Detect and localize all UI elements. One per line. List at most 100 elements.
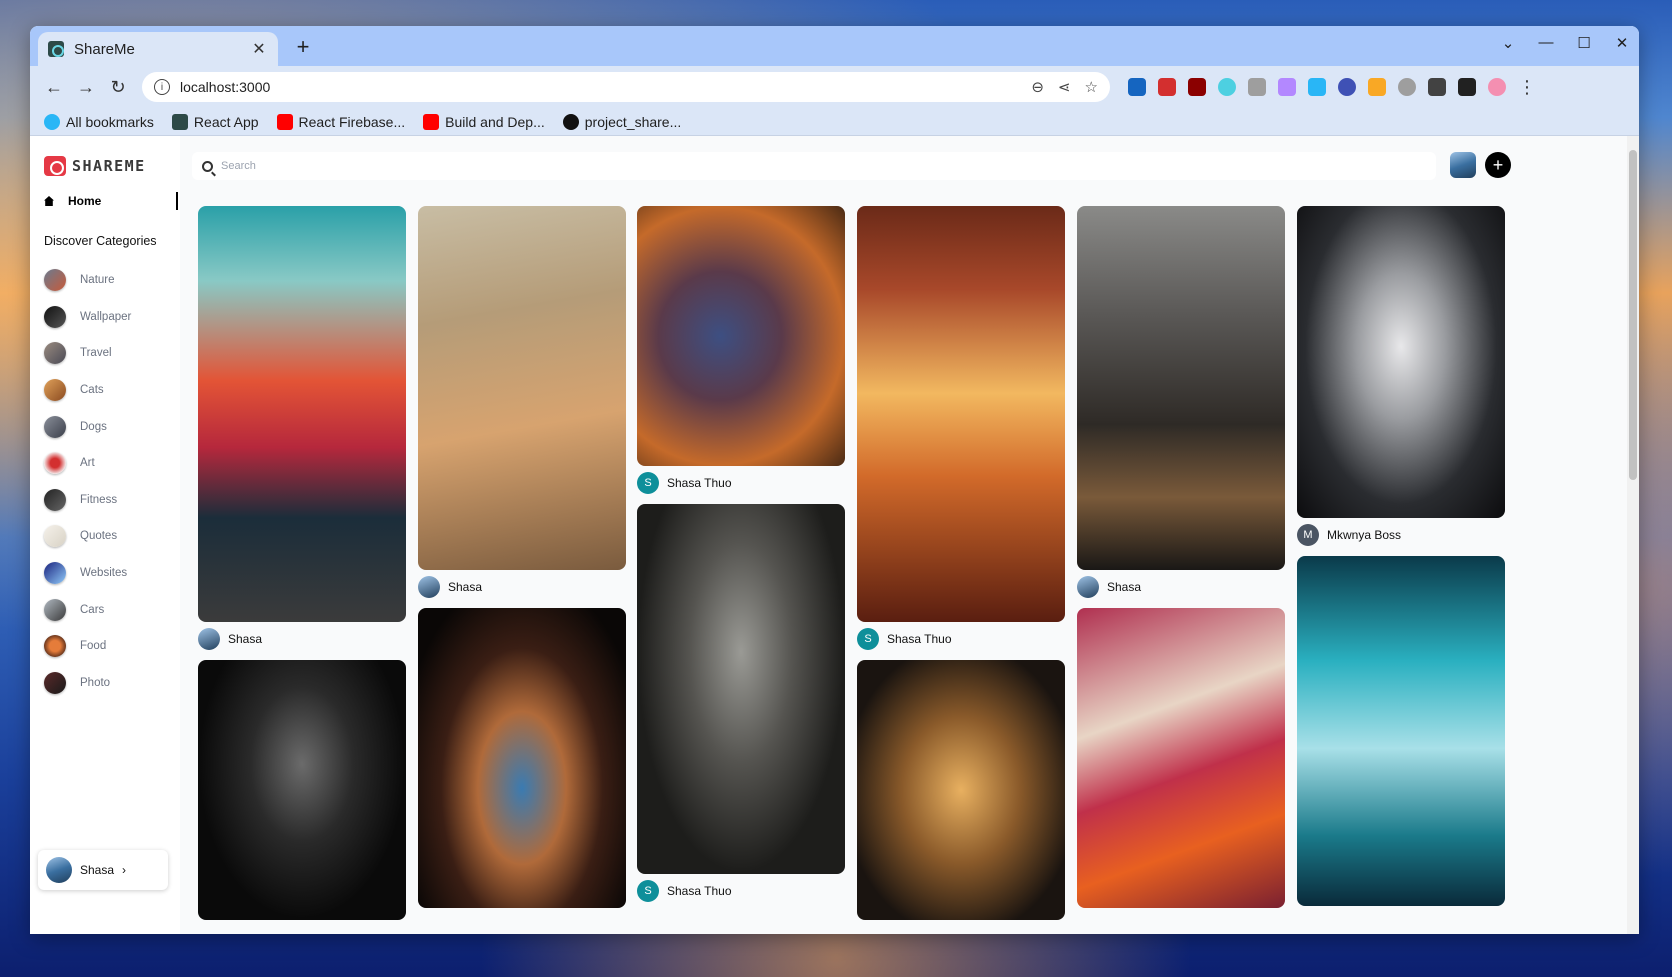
create-pin-button[interactable]: + bbox=[1485, 152, 1511, 178]
bookmark-all[interactable]: All bookmarks bbox=[44, 113, 154, 130]
pin-card[interactable]: Shasa bbox=[418, 206, 626, 600]
close-window-icon[interactable]: ✕ bbox=[1613, 34, 1631, 52]
extension-icon[interactable] bbox=[1278, 78, 1296, 96]
pin-card[interactable]: S Shasa Thuo bbox=[637, 504, 845, 904]
scrollbar[interactable] bbox=[1627, 136, 1639, 934]
pin-image[interactable] bbox=[418, 608, 626, 908]
pin-image[interactable] bbox=[418, 206, 626, 570]
pin-image[interactable] bbox=[1077, 608, 1285, 908]
pin-card[interactable]: S Shasa Thuo bbox=[637, 206, 845, 496]
extension-icon[interactable] bbox=[1158, 78, 1176, 96]
category-thumbnail bbox=[44, 415, 66, 438]
bookmark-star-icon[interactable]: ☆ bbox=[1085, 78, 1098, 96]
sidebar-item-cars[interactable]: Cars bbox=[44, 591, 131, 628]
bookmark-build-deploy[interactable]: Build and Dep... bbox=[423, 113, 545, 130]
pin-image[interactable] bbox=[198, 206, 406, 622]
category-thumbnail bbox=[44, 305, 66, 328]
pin-card[interactable]: M Mkwnya Boss bbox=[1297, 206, 1505, 548]
ublock-icon[interactable] bbox=[1188, 78, 1206, 96]
puzzle-icon[interactable] bbox=[1428, 78, 1446, 96]
url-text[interactable]: localhost:3000 bbox=[180, 79, 1031, 95]
profile-icon[interactable] bbox=[1488, 78, 1506, 96]
menu-icon[interactable]: ⋮ bbox=[1518, 77, 1536, 98]
zoom-icon[interactable]: ⊖ bbox=[1031, 78, 1044, 96]
pin-author[interactable]: S Shasa Thuo bbox=[637, 878, 845, 904]
extension-icon[interactable] bbox=[1218, 78, 1236, 96]
user-profile-card[interactable]: Shasa › bbox=[38, 850, 168, 890]
bookmark-react-app[interactable]: React App bbox=[171, 113, 259, 130]
reload-icon[interactable]: ↻ bbox=[102, 71, 134, 103]
pin-card[interactable] bbox=[1077, 608, 1285, 908]
pin-card[interactable] bbox=[1297, 556, 1505, 906]
pin-column: S Shasa Thuo S Shasa Thuo bbox=[637, 206, 845, 912]
sidebar-item-dogs[interactable]: Dogs bbox=[44, 408, 131, 445]
user-avatar-button[interactable] bbox=[1450, 152, 1476, 178]
sidebar-item-cats[interactable]: Cats bbox=[44, 372, 131, 409]
window-controls: ⌄ — ☐ ✕ bbox=[1499, 34, 1631, 52]
brand-logo[interactable]: SHAREME bbox=[44, 156, 146, 176]
bookmark-react-firebase[interactable]: React Firebase... bbox=[276, 113, 405, 130]
bookmarks-bar: All bookmarks React App React Firebase..… bbox=[30, 108, 1639, 136]
sidebar-item-wallpaper[interactable]: Wallpaper bbox=[44, 299, 131, 336]
sidebar-item-websites[interactable]: Websites bbox=[44, 555, 131, 592]
pin-card[interactable] bbox=[198, 660, 406, 920]
pin-card[interactable]: S Shasa Thuo bbox=[857, 206, 1065, 652]
side-panel-icon[interactable] bbox=[1458, 78, 1476, 96]
minimize-icon[interactable]: — bbox=[1537, 34, 1555, 52]
extension-icon[interactable] bbox=[1368, 78, 1386, 96]
pin-card[interactable]: Shasa bbox=[198, 206, 406, 652]
tab-search-icon[interactable]: ⌄ bbox=[1499, 34, 1517, 52]
pin-image[interactable] bbox=[198, 660, 406, 920]
pin-author[interactable]: S Shasa Thuo bbox=[637, 470, 845, 496]
pin-image[interactable] bbox=[1077, 206, 1285, 570]
extension-icon[interactable] bbox=[1128, 78, 1146, 96]
extension-icon[interactable] bbox=[1308, 78, 1326, 96]
maximize-icon[interactable]: ☐ bbox=[1575, 34, 1593, 52]
sidebar-item-fitness[interactable]: Fitness bbox=[44, 482, 131, 519]
address-bar[interactable]: i localhost:3000 ⊖ ⋖ ☆ bbox=[142, 72, 1110, 102]
search-bar[interactable] bbox=[192, 152, 1436, 180]
pin-author[interactable]: Shasa bbox=[1077, 574, 1285, 600]
sidebar-item-quotes[interactable]: Quotes bbox=[44, 518, 131, 555]
pin-card[interactable]: Shasa bbox=[1077, 206, 1285, 600]
sidebar-item-photo[interactable]: Photo bbox=[44, 665, 131, 702]
sidebar-item-art[interactable]: Art bbox=[44, 445, 131, 482]
site-info-icon[interactable]: i bbox=[154, 79, 170, 95]
sidebar: SHAREME Home Discover Categories Nature … bbox=[30, 136, 180, 934]
author-name: Shasa Thuo bbox=[887, 632, 952, 646]
bookmark-label: Build and Dep... bbox=[445, 113, 545, 130]
pin-column: Shasa bbox=[1077, 206, 1285, 916]
pin-image[interactable] bbox=[1297, 556, 1505, 906]
new-tab-button[interactable]: + bbox=[292, 36, 314, 58]
user-name: Shasa bbox=[80, 863, 115, 877]
back-icon[interactable]: ← bbox=[38, 71, 70, 103]
share-icon[interactable]: ⋖ bbox=[1058, 78, 1071, 96]
pin-image[interactable] bbox=[857, 206, 1065, 622]
eyedropper-icon[interactable] bbox=[1248, 78, 1266, 96]
author-name: Shasa bbox=[448, 580, 483, 594]
pin-image[interactable] bbox=[1297, 206, 1505, 518]
close-tab-icon[interactable]: ✕ bbox=[250, 39, 268, 59]
pin-card[interactable] bbox=[418, 608, 626, 908]
sidebar-item-home[interactable]: Home bbox=[44, 192, 178, 210]
pin-card[interactable] bbox=[857, 660, 1065, 920]
pin-author[interactable]: M Mkwnya Boss bbox=[1297, 522, 1505, 548]
cloud-icon[interactable] bbox=[1398, 78, 1416, 96]
sidebar-item-food[interactable]: Food bbox=[44, 628, 131, 665]
bookmark-project-share[interactable]: project_share... bbox=[562, 113, 681, 130]
tab-shareme[interactable]: ShareMe ✕ bbox=[38, 32, 278, 66]
pin-author[interactable]: Shasa bbox=[198, 626, 406, 652]
pin-image[interactable] bbox=[637, 504, 845, 874]
search-icon bbox=[202, 160, 213, 172]
pin-column: Shasa bbox=[418, 206, 626, 916]
sidebar-item-travel[interactable]: Travel bbox=[44, 335, 131, 372]
sidebar-item-nature[interactable]: Nature bbox=[44, 262, 131, 299]
pin-author[interactable]: Shasa bbox=[418, 574, 626, 600]
pin-image[interactable] bbox=[857, 660, 1065, 920]
pin-author[interactable]: S Shasa Thuo bbox=[857, 626, 1065, 652]
extension-icon[interactable] bbox=[1338, 78, 1356, 96]
forward-icon[interactable]: → bbox=[70, 71, 102, 103]
pin-image[interactable] bbox=[637, 206, 845, 466]
scrollbar-thumb[interactable] bbox=[1629, 150, 1637, 480]
search-input[interactable] bbox=[221, 160, 1401, 172]
